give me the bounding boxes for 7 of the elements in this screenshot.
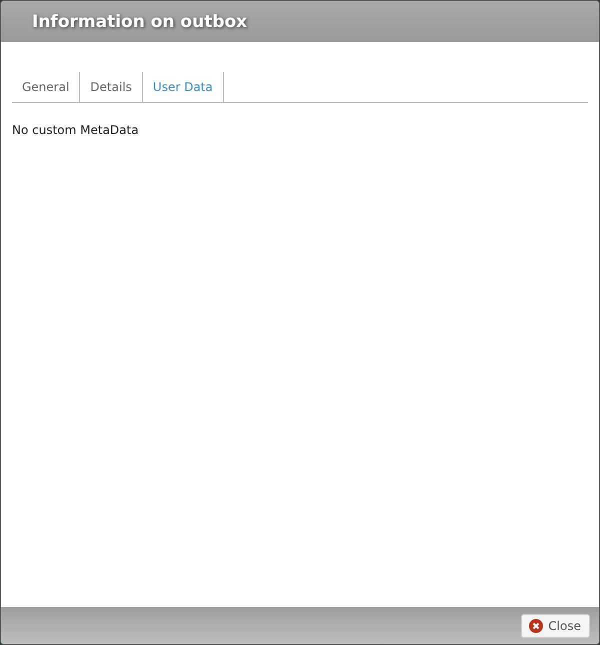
window-title: Information on outbox xyxy=(32,12,248,32)
tab[interactable]: General xyxy=(12,72,80,102)
tab[interactable]: Details xyxy=(80,72,143,102)
tab[interactable]: User Data xyxy=(142,72,224,102)
close-icon xyxy=(529,618,544,632)
empty-message: No custom MetaData xyxy=(12,123,139,137)
close-button[interactable]: Close xyxy=(521,614,590,638)
